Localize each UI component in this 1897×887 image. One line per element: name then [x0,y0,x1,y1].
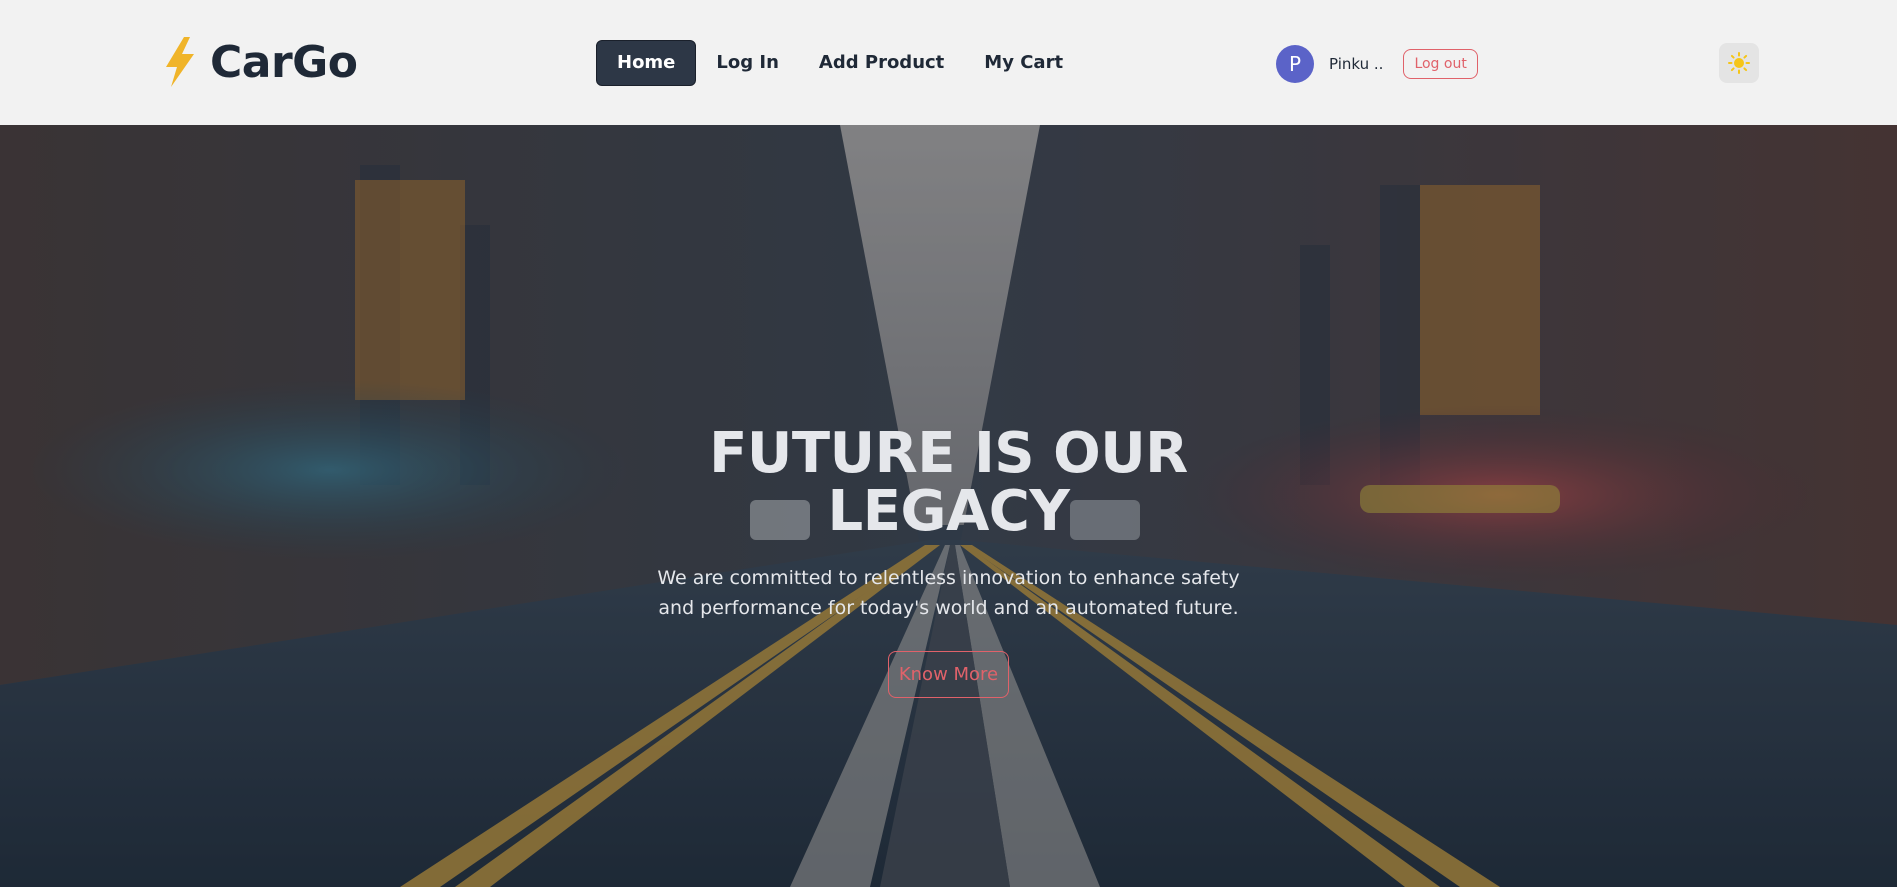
nav-link-my-cart[interactable]: My Cart [964,41,1083,85]
navbar: CarGo Home Log In Add Product My Cart P … [0,0,1897,125]
user-area: P Pinku .. Log out [1276,45,1478,83]
brand-logo[interactable]: CarGo [164,34,358,90]
hero-section: FUTURE IS OUR LEGACY We are committed to… [0,125,1897,887]
logout-button[interactable]: Log out [1403,49,1478,79]
hero-subtitle: We are committed to relentless innovatio… [657,567,1240,619]
hero-title: FUTURE IS OUR LEGACY [709,421,1188,544]
nav-link-home[interactable]: Home [596,40,697,86]
avatar[interactable]: P [1276,45,1314,83]
nav-links: Home Log In Add Product My Cart [596,40,1083,86]
brand-name: CarGo [210,36,358,88]
sun-icon [1728,52,1750,74]
username: Pinku .. [1329,55,1384,73]
nav-link-add-product[interactable]: Add Product [799,41,964,85]
nav-link-login[interactable]: Log In [696,41,799,85]
hero-content: FUTURE IS OUR LEGACY We are committed to… [0,425,1897,698]
know-more-button[interactable]: Know More [887,651,1010,698]
lightning-bolt-icon [166,37,194,87]
theme-toggle-button[interactable] [1719,43,1759,83]
